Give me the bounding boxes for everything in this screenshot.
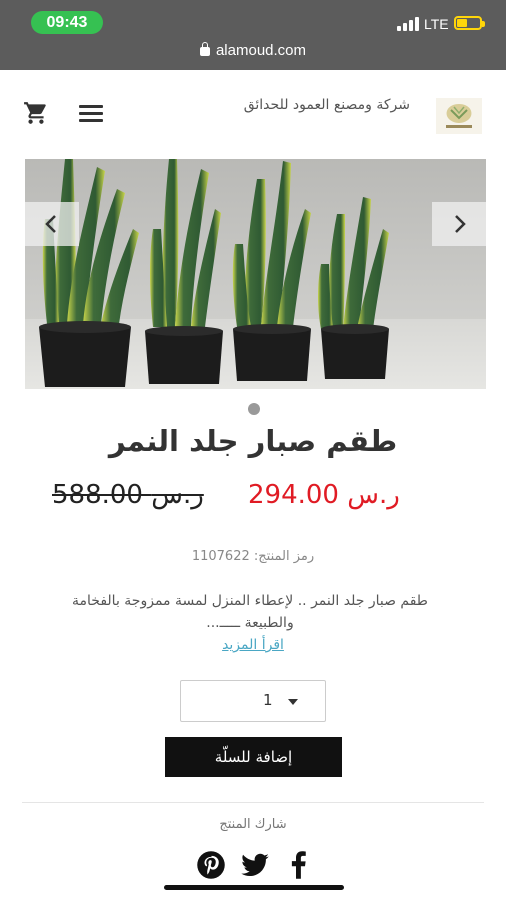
price-row: 588.00 ر.س 294.00 ر.س <box>0 480 506 520</box>
caret-down-icon <box>288 699 298 705</box>
slider-dot[interactable] <box>248 403 260 415</box>
share-icons <box>196 850 314 880</box>
pinterest-icon[interactable] <box>196 850 226 880</box>
facebook-icon[interactable] <box>284 850 314 880</box>
url-text: alamoud.com <box>215 42 307 59</box>
brand-name[interactable]: شركة ومصنع العمود للحدائق <box>210 94 410 117</box>
slider-next-button[interactable] <box>432 202 486 246</box>
battery-icon <box>454 16 485 30</box>
product-image <box>39 159 389 387</box>
menu-icon[interactable] <box>79 105 103 123</box>
site-header: شركة ومصنع العمود للحدائق <box>0 70 506 155</box>
slider-prev-button[interactable] <box>25 202 79 246</box>
product-image-slider[interactable] <box>25 159 486 389</box>
quantity-select[interactable]: 1 <box>180 680 326 722</box>
chevron-left-icon <box>45 215 56 233</box>
quantity-value: 1 <box>263 691 273 709</box>
lock-icon <box>199 42 210 56</box>
product-title: طقم صبار جلد النمر <box>108 424 398 458</box>
product-description: طقم صبار جلد النمر .. لإعطاء المنزل لمسة… <box>72 593 428 631</box>
status-bar: 09:43 LTE alamoud.com <box>0 0 506 70</box>
home-indicator <box>164 885 344 890</box>
status-time: 09:43 <box>31 11 103 34</box>
read-more-link[interactable]: اقرأ المزيد <box>0 637 506 653</box>
signal-icon <box>397 17 419 31</box>
logo[interactable] <box>436 98 482 134</box>
old-price: 588.00 ر.س <box>52 480 204 510</box>
url-bar[interactable]: alamoud.com <box>0 42 506 59</box>
network-type: LTE <box>424 16 449 32</box>
share-label: شارك المنتج <box>219 817 287 832</box>
twitter-icon[interactable] <box>240 850 270 880</box>
chevron-right-icon <box>455 215 466 233</box>
add-to-cart-button[interactable]: إضافة للسلّة <box>165 737 342 777</box>
sale-price: 294.00 ر.س <box>248 480 400 510</box>
cart-icon[interactable] <box>22 100 50 126</box>
product-sku: رمز المنتج: 1107622 <box>191 549 315 564</box>
divider <box>22 802 484 803</box>
